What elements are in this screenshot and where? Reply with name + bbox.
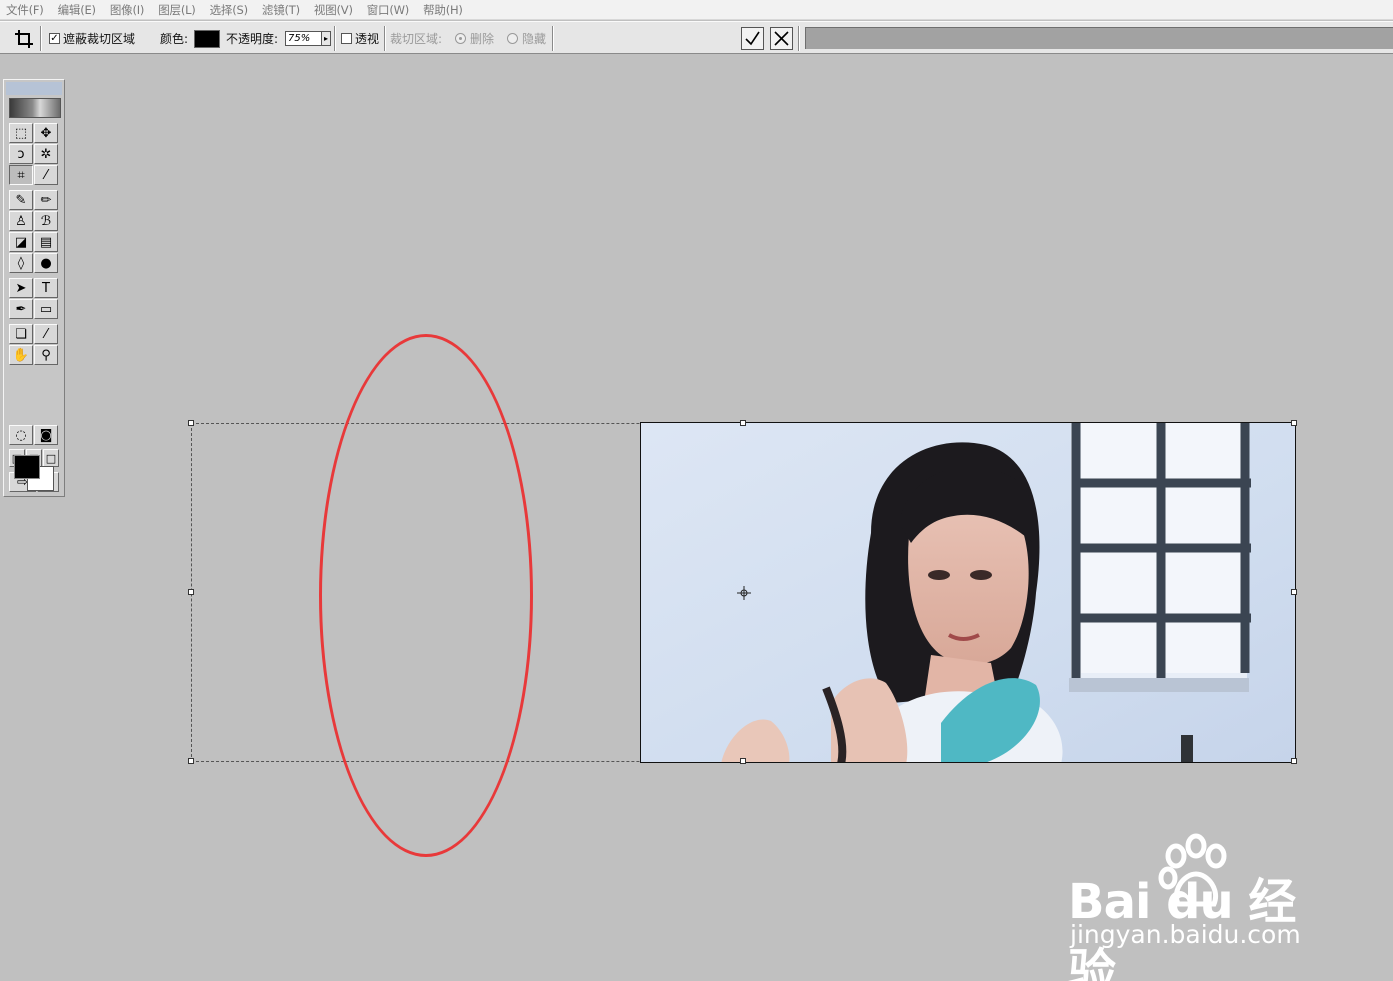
crop-area-label: 裁切区域: <box>390 32 443 46</box>
checkmark-icon <box>745 31 760 46</box>
magic-wand-tool-icon[interactable]: ✲ <box>34 144 58 164</box>
hide-radio[interactable]: 隐藏 <box>507 22 546 55</box>
separator <box>552 26 554 51</box>
menu-help[interactable]: 帮助(H) <box>423 2 463 18</box>
separator <box>798 26 800 51</box>
slice-tool-icon[interactable]: ⁄ <box>34 165 58 185</box>
delete-radio[interactable]: 删除 <box>455 22 494 55</box>
shield-cropped-area-checkbox[interactable]: ✓ 遮蔽裁切区域 <box>49 22 135 55</box>
zoom-tool-icon[interactable]: ⚲ <box>34 345 58 365</box>
red-annotation-ellipse <box>319 334 533 857</box>
crop-tool-preset-button[interactable] <box>14 22 34 55</box>
crop-pivot-icon[interactable] <box>737 586 751 600</box>
shield-color-label: 颜色: <box>160 32 189 46</box>
crop-handle-middle-right[interactable] <box>1291 589 1297 595</box>
baidu-jingyan-watermark: Bai du 经验 jingyan.baidu.com <box>1068 832 1328 981</box>
separator <box>334 26 336 51</box>
crop-handle-middle-left[interactable] <box>188 589 194 595</box>
hand-tool-icon[interactable]: ✋ <box>9 345 33 365</box>
menu-filter[interactable]: 滤镜(T) <box>262 2 300 18</box>
opacity-label: 不透明度: <box>226 32 279 46</box>
history-brush-tool-icon[interactable]: ℬ <box>34 211 58 231</box>
perspective-label: 透视 <box>355 32 380 46</box>
opacity-arrow-icon[interactable]: ▸ <box>321 32 330 45</box>
perspective-checkbox-box[interactable] <box>341 33 352 44</box>
rectangle-tool-icon[interactable]: ▭ <box>34 299 58 319</box>
menu-file[interactable]: 文件(F) <box>6 2 44 18</box>
brush-tool-icon[interactable]: ✏ <box>34 190 58 210</box>
menu-layer[interactable]: 图层(L) <box>158 2 196 18</box>
hide-label: 隐藏 <box>522 32 547 46</box>
standard-mode-icon[interactable]: ◌ <box>9 425 33 445</box>
toolbox-title-bar[interactable] <box>6 82 62 95</box>
options-bar: ✓ 遮蔽裁切区域 颜色: 不透明度: 75% ▸ 透视 裁切区域: 删除 隐藏 <box>0 21 1393 54</box>
palette-well <box>805 27 1393 49</box>
type-tool-icon[interactable]: T <box>34 278 58 298</box>
cancel-x-icon <box>774 31 789 46</box>
path-selection-tool-icon[interactable]: ➤ <box>9 278 33 298</box>
hide-radio-dot[interactable] <box>507 33 518 44</box>
menu-bar: 文件(F) 编辑(E) 图像(I) 图层(L) 选择(S) 滤镜(T) 视图(V… <box>0 0 1393 20</box>
clone-stamp-tool-icon[interactable]: ♙ <box>9 211 33 231</box>
dodge-tool-icon[interactable]: ● <box>34 253 58 273</box>
crop-handle-bottom-center[interactable] <box>740 758 746 764</box>
cancel-button[interactable] <box>770 27 793 50</box>
move-tool-icon[interactable]: ✥ <box>34 123 58 143</box>
crop-handle-bottom-right[interactable] <box>1291 758 1297 764</box>
menu-select[interactable]: 选择(S) <box>210 2 248 18</box>
delete-radio-dot[interactable] <box>455 33 466 44</box>
quick-mask-mode-icon[interactable]: ◙ <box>34 425 58 445</box>
menu-view[interactable]: 视图(V) <box>314 2 353 18</box>
separator <box>384 26 386 51</box>
eraser-tool-icon[interactable]: ◪ <box>9 232 33 252</box>
crop-handle-top-right[interactable] <box>1291 420 1297 426</box>
menu-edit[interactable]: 编辑(E) <box>58 2 96 18</box>
shield-color-swatch[interactable] <box>194 29 220 48</box>
marquee-tool-icon[interactable]: ⬚ <box>9 123 33 143</box>
photoshop-logo-icon[interactable] <box>9 98 61 118</box>
healing-brush-tool-icon[interactable]: ✎ <box>9 190 33 210</box>
watermark-url: jingyan.baidu.com <box>1070 920 1301 949</box>
perspective-checkbox[interactable]: 透视 <box>341 22 379 55</box>
blur-tool-icon[interactable]: ◊ <box>9 253 33 273</box>
pen-tool-icon[interactable]: ✒ <box>9 299 33 319</box>
eyedropper-tool-icon[interactable]: ⁄ <box>34 324 58 344</box>
foreground-color-swatch[interactable] <box>14 455 40 479</box>
toolbox: ⬚ ✥ ↄ ✲ ⌗ ⁄ ✎ ✏ ♙ ℬ ◪ ▤ ◊ ● ➤ T ✒ ▭ ❏ ⁄ … <box>3 79 65 497</box>
opacity-value: 75% <box>288 33 311 44</box>
screen-mode-full-icon[interactable]: □ <box>43 449 59 467</box>
menu-window[interactable]: 窗口(W) <box>367 2 410 18</box>
crop-handle-bottom-left[interactable] <box>188 758 194 764</box>
crop-icon <box>15 29 33 48</box>
notes-tool-icon[interactable]: ❏ <box>9 324 33 344</box>
lasso-tool-icon[interactable]: ↄ <box>9 144 33 164</box>
commit-button[interactable] <box>741 27 764 50</box>
delete-label: 删除 <box>470 32 495 46</box>
gradient-tool-icon[interactable]: ▤ <box>34 232 58 252</box>
crop-tool-icon[interactable]: ⌗ <box>9 165 33 185</box>
separator <box>40 26 42 51</box>
shield-checkbox-label: 遮蔽裁切区域 <box>63 32 136 46</box>
menu-image[interactable]: 图像(I) <box>110 2 145 18</box>
crop-handle-top-left[interactable] <box>188 420 194 426</box>
shield-checkbox-box[interactable]: ✓ <box>49 33 60 44</box>
crop-handle-top-center[interactable] <box>740 420 746 426</box>
opacity-field[interactable]: 75% ▸ <box>285 31 331 46</box>
document-image[interactable] <box>640 422 1296 763</box>
